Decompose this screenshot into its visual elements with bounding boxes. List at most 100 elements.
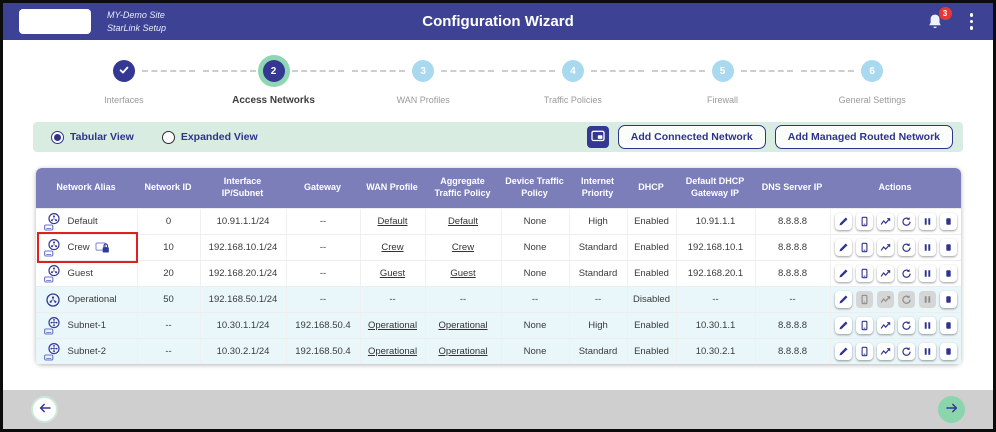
stop-button[interactable] [940, 239, 957, 256]
stepper-step-interfaces[interactable]: Interfaces [49, 60, 199, 106]
step-circle: 2 [263, 60, 285, 82]
actions-cell [830, 209, 961, 234]
devices-button[interactable] [856, 343, 873, 360]
restart-button[interactable] [898, 317, 915, 334]
network-id-cell: -- [137, 313, 200, 338]
traffic-graph-button[interactable] [877, 317, 894, 334]
actions-cell [830, 313, 961, 338]
devices-button[interactable] [856, 239, 873, 256]
aggregate-policy-cell[interactable]: Default [425, 209, 501, 234]
stepper-step-traffic-policies[interactable]: 4Traffic Policies [498, 60, 648, 106]
step-circle: 3 [412, 60, 434, 82]
radio-expanded-view[interactable]: Expanded View [162, 131, 258, 144]
gateway-cell: -- [286, 261, 360, 286]
site-name: MY-Demo Site [107, 9, 166, 22]
pause-icon [922, 320, 933, 331]
internet-priority-cell: High [569, 209, 627, 234]
lan-network-icon [43, 212, 63, 232]
wan-profile-cell[interactable]: Default [360, 209, 425, 234]
add-connected-network-button[interactable]: Add Connected Network [618, 125, 766, 149]
step-number: 6 [869, 66, 875, 77]
back-button[interactable] [31, 396, 58, 423]
edit-button[interactable] [835, 265, 852, 282]
dhcp-cell: Enabled [627, 209, 676, 234]
aggregate-policy-cell[interactable]: Operational [425, 313, 501, 338]
network-alias-label: Default [68, 216, 98, 227]
aggregate-policy-cell[interactable]: Operational [425, 339, 501, 364]
add-managed-routed-network-button[interactable]: Add Managed Routed Network [775, 125, 953, 149]
traffic-graph-button[interactable] [877, 239, 894, 256]
stepper-step-wan-profiles[interactable]: 3WAN Profiles [348, 60, 498, 106]
edit-icon [838, 242, 849, 253]
restart-button[interactable] [898, 265, 915, 282]
pause-button[interactable] [919, 343, 936, 360]
network-alias-label: Crew [68, 242, 90, 253]
dhcp-gateway-cell: 10.30.2.1 [676, 339, 755, 364]
notification-badge: 3 [939, 7, 952, 20]
restart-button[interactable] [898, 343, 915, 360]
logo [19, 9, 91, 34]
devices-button [856, 291, 873, 308]
network-id-cell: 50 [137, 287, 200, 312]
dns-cell: 8.8.8.8 [755, 313, 830, 338]
traffic-graph-button[interactable] [877, 213, 894, 230]
bell-icon [926, 18, 944, 35]
pause-button[interactable] [919, 239, 936, 256]
stepper-step-access-networks[interactable]: 2Access Networks [199, 60, 349, 106]
pause-button[interactable] [919, 265, 936, 282]
edit-button[interactable] [835, 213, 852, 230]
stop-button[interactable] [940, 265, 957, 282]
edit-button[interactable] [835, 239, 852, 256]
network-id-cell: 10 [137, 235, 200, 260]
dhcp-cell: Enabled [627, 313, 676, 338]
main-panel: Interfaces2Access Networks3WAN Profiles4… [3, 40, 993, 390]
edit-button[interactable] [835, 343, 852, 360]
aggregate-policy-cell[interactable]: Crew [425, 235, 501, 260]
traffic-graph-button[interactable] [877, 265, 894, 282]
monitor-icon-button[interactable] [587, 126, 609, 148]
device-policy-cell: None [501, 339, 569, 364]
radio-tabular-view[interactable]: Tabular View [51, 131, 134, 144]
kebab-menu-icon[interactable] [966, 11, 978, 32]
stop-button[interactable] [940, 291, 957, 308]
restart-button[interactable] [898, 239, 915, 256]
notifications-button[interactable]: 3 [926, 13, 944, 31]
wan-profile-cell[interactable]: Crew [360, 235, 425, 260]
stepper-step-firewall[interactable]: 5Firewall [648, 60, 798, 106]
edit-button[interactable] [835, 291, 852, 308]
internet-priority-cell: -- [569, 287, 627, 312]
pause-button[interactable] [919, 317, 936, 334]
column-header-network-alias: Network Alias [36, 168, 137, 208]
traffic-graph-icon [880, 294, 891, 305]
column-header-dns-server-ip: DNS Server IP [755, 168, 830, 208]
traffic-graph-icon [880, 216, 891, 227]
stepper-step-general-settings[interactable]: 6General Settings [797, 60, 947, 106]
devices-button[interactable] [856, 213, 873, 230]
devices-button[interactable] [856, 317, 873, 334]
column-header-interface-ip-subnet: Interface IP/Subnet [200, 168, 286, 208]
single-network-icon [43, 290, 63, 310]
wan-profile-cell[interactable]: Guest [360, 261, 425, 286]
devices-icon [859, 320, 870, 331]
column-header-gateway: Gateway [286, 168, 360, 208]
aggregate-policy-cell[interactable]: Guest [425, 261, 501, 286]
next-button[interactable] [938, 396, 965, 423]
wan-profile-cell[interactable]: Operational [360, 313, 425, 338]
device-policy-cell: None [501, 261, 569, 286]
gateway-cell: -- [286, 287, 360, 312]
stop-button[interactable] [940, 343, 957, 360]
step-circle: 6 [861, 60, 883, 82]
network-id-cell: 20 [137, 261, 200, 286]
traffic-graph-button[interactable] [877, 343, 894, 360]
devices-button[interactable] [856, 265, 873, 282]
table-row-subnet-2: Subnet-2--10.30.2.1/24192.168.50.4Operat… [36, 338, 961, 364]
pause-button[interactable] [919, 213, 936, 230]
edit-button[interactable] [835, 317, 852, 334]
check-icon [118, 64, 130, 79]
wan-profile-cell[interactable]: Operational [360, 339, 425, 364]
restart-button[interactable] [898, 213, 915, 230]
column-header-default-dhcp-gateway-ip: Default DHCP Gateway IP [676, 168, 755, 208]
stop-button[interactable] [940, 317, 957, 334]
stop-button[interactable] [940, 213, 957, 230]
view-radio-group: Tabular View Expanded View [51, 131, 258, 144]
